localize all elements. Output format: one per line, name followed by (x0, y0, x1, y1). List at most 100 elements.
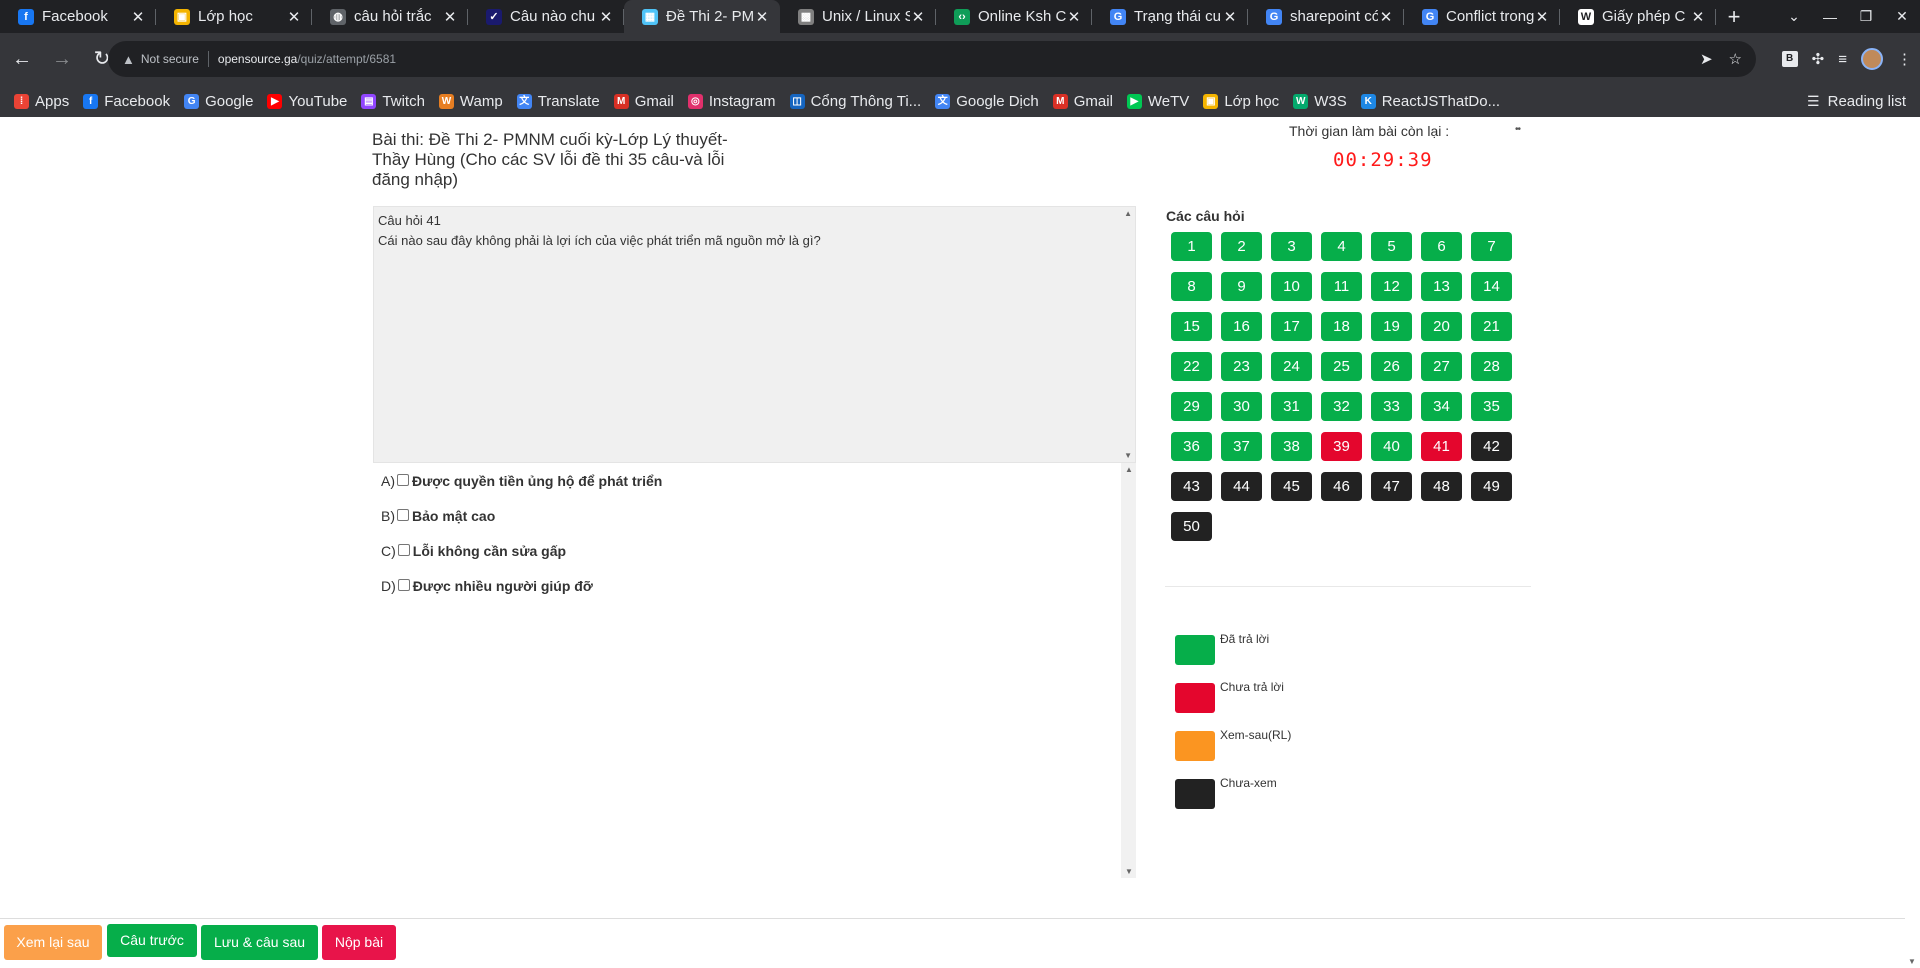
question-nav-button[interactable]: 4 (1321, 232, 1362, 261)
browser-tab[interactable]: ▣ Lớp học ✕ (156, 0, 312, 33)
question-nav-button[interactable]: 22 (1171, 352, 1212, 381)
bookmark-item[interactable]: ▤ Twitch (361, 93, 425, 110)
scroll-down-icon[interactable]: ▼ (1124, 451, 1132, 460)
tab-close-icon[interactable]: ✕ (1066, 8, 1082, 26)
answer-option[interactable]: B) Bảo mật cao (381, 508, 495, 524)
extension-b-icon[interactable]: B (1781, 51, 1798, 67)
question-nav-button[interactable]: 48 (1421, 472, 1462, 501)
extensions-puzzle-icon[interactable]: ✣ (1812, 50, 1825, 68)
bookmark-item[interactable]: 文 Translate (516, 93, 600, 110)
question-nav-button[interactable]: 15 (1171, 312, 1212, 341)
save-and-next-button[interactable]: Lưu & câu sau (201, 925, 318, 960)
answer-option[interactable]: C) Lỗi không cần sửa gấp (381, 543, 566, 559)
tab-close-icon[interactable]: ✕ (1534, 8, 1550, 26)
tab-close-icon[interactable]: ✕ (754, 8, 770, 26)
scroll-down-icon[interactable]: ▼ (1125, 867, 1133, 876)
tab-close-icon[interactable]: ✕ (1222, 8, 1238, 26)
question-nav-button[interactable]: 7 (1471, 232, 1512, 261)
browser-tab[interactable]: G Trạng thái cu ✕ (1092, 0, 1248, 33)
question-nav-button[interactable]: 43 (1171, 472, 1212, 501)
question-nav-button[interactable]: 39 (1321, 432, 1362, 461)
question-nav-button[interactable]: 29 (1171, 392, 1212, 421)
submit-exam-button[interactable]: Nộp bài (322, 925, 396, 960)
tab-close-icon[interactable]: ✕ (1378, 8, 1394, 26)
answer-option[interactable]: D) Được nhiều người giúp đỡ (381, 578, 593, 594)
back-icon[interactable]: ← (4, 41, 40, 77)
question-nav-button[interactable]: 11 (1321, 272, 1362, 301)
tab-close-icon[interactable]: ✕ (130, 8, 146, 26)
tab-close-icon[interactable]: ✕ (1690, 8, 1706, 26)
question-nav-button[interactable]: 5 (1371, 232, 1412, 261)
question-nav-button[interactable]: 40 (1371, 432, 1412, 461)
question-nav-button[interactable]: 36 (1171, 432, 1212, 461)
question-nav-button[interactable]: 44 (1221, 472, 1262, 501)
browser-tab[interactable]: Gsharepoint có ✕ (1248, 0, 1404, 33)
close-window-icon[interactable]: ✕ (1884, 8, 1920, 25)
question-nav-button[interactable]: 12 (1371, 272, 1412, 301)
question-nav-button[interactable]: 3 (1271, 232, 1312, 261)
profile-avatar[interactable] (1861, 48, 1883, 70)
answer-checkbox[interactable] (397, 579, 410, 591)
question-nav-button[interactable]: 41 (1421, 432, 1462, 461)
tab-close-icon[interactable]: ✕ (286, 8, 302, 26)
answers-scrollbar[interactable]: ▲ ▼ (1121, 463, 1136, 878)
question-nav-button[interactable]: 2 (1221, 232, 1262, 261)
answer-checkbox[interactable] (397, 474, 409, 486)
question-nav-button[interactable]: 30 (1221, 392, 1262, 421)
question-nav-button[interactable]: 25 (1321, 352, 1362, 381)
bookmark-item[interactable]: ◎ Instagram (687, 93, 776, 110)
scroll-up-icon[interactable]: ▲ (1125, 465, 1133, 474)
tab-close-icon[interactable]: ✕ (442, 8, 458, 26)
question-nav-button[interactable]: 27 (1421, 352, 1462, 381)
answer-checkbox[interactable] (397, 544, 410, 556)
scroll-up-icon[interactable]: ▲ (1124, 209, 1132, 218)
address-bar[interactable]: ▲ Not secure opensource.ga/quiz/attempt/… (108, 41, 1756, 77)
question-nav-button[interactable]: 35 (1471, 392, 1512, 421)
bookmark-star-icon[interactable]: ☆ (1729, 50, 1742, 68)
question-nav-button[interactable]: 33 (1371, 392, 1412, 421)
review-later-button[interactable]: Xem lại sau (4, 925, 102, 960)
question-nav-button[interactable]: 26 (1371, 352, 1412, 381)
question-nav-button[interactable]: 10 (1271, 272, 1312, 301)
bookmark-item[interactable]: W W3S (1293, 93, 1347, 110)
tab-close-icon[interactable]: ✕ (910, 8, 926, 26)
question-nav-button[interactable]: 49 (1471, 472, 1512, 501)
question-nav-button[interactable]: 38 (1271, 432, 1312, 461)
question-nav-button[interactable]: 16 (1221, 312, 1262, 341)
answer-option[interactable]: A) Được quyền tiền ủng hộ để phát triển (381, 473, 662, 489)
scroll-down-icon[interactable]: ▼ (1908, 957, 1916, 966)
question-nav-button[interactable]: 46 (1321, 472, 1362, 501)
question-nav-button[interactable]: 42 (1471, 432, 1512, 461)
browser-tab[interactable]: ▦ Đề Thi 2- PM ✕ (624, 0, 780, 33)
media-queue-icon[interactable]: ≡ (1838, 51, 1847, 68)
browser-tab[interactable]: ◍ câu hỏi trắc ✕ (312, 0, 468, 33)
question-nav-button[interactable]: 32 (1321, 392, 1362, 421)
question-nav-button[interactable]: 17 (1271, 312, 1312, 341)
question-nav-button[interactable]: 31 (1271, 392, 1312, 421)
question-nav-button[interactable]: 13 (1421, 272, 1462, 301)
question-nav-button[interactable]: 23 (1221, 352, 1262, 381)
tab-search-icon[interactable]: ⌄ (1776, 8, 1812, 25)
answer-checkbox[interactable] (397, 509, 409, 521)
browser-tab[interactable]: W Giấy phép C ✕ (1560, 0, 1716, 33)
question-nav-button[interactable]: 21 (1471, 312, 1512, 341)
browser-tab[interactable]: ▩ Unix / Linux S ✕ (780, 0, 936, 33)
bookmark-item[interactable]: f Facebook (83, 93, 170, 110)
bookmark-item[interactable]: ⁞ Apps (14, 93, 69, 110)
question-nav-button[interactable]: 20 (1421, 312, 1462, 341)
restore-icon[interactable]: ❐ (1848, 8, 1884, 25)
send-tab-icon[interactable]: ➤ (1700, 50, 1713, 68)
new-tab-icon[interactable]: + (1716, 0, 1752, 33)
bookmark-item[interactable]: ◫ Cổng Thông Ti... (789, 93, 921, 110)
bookmark-item[interactable]: ▶ YouTube (267, 93, 347, 110)
question-nav-button[interactable]: 1 (1171, 232, 1212, 261)
question-nav-button[interactable]: 19 (1371, 312, 1412, 341)
question-nav-button[interactable]: 14 (1471, 272, 1512, 301)
question-nav-button[interactable]: 45 (1271, 472, 1312, 501)
question-nav-button[interactable]: 6 (1421, 232, 1462, 261)
bookmark-item[interactable]: 文 Google Dịch (935, 93, 1039, 110)
browser-tab[interactable]: G Conflict trong ✕ (1404, 0, 1560, 33)
question-nav-button[interactable]: 9 (1221, 272, 1262, 301)
bookmark-item[interactable]: G Google (184, 93, 253, 110)
previous-question-button[interactable]: Câu trước (107, 924, 197, 957)
